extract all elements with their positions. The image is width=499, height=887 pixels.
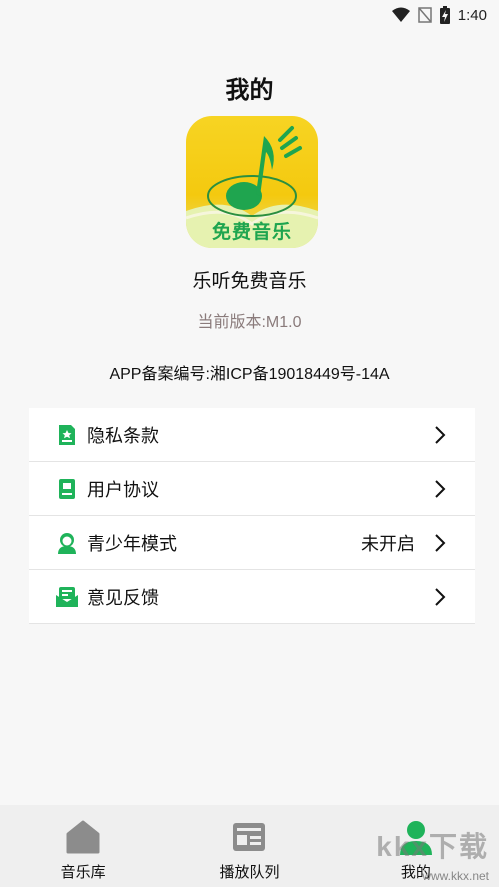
menu-item-youth-mode[interactable]: 青少年模式 未开启	[29, 516, 475, 570]
logo-text: 免费音乐	[211, 222, 292, 243]
status-bar: 1:40	[0, 0, 499, 30]
feedback-mail-icon	[55, 585, 79, 609]
user-icon	[398, 819, 434, 855]
menu-item-privacy[interactable]: 隐私条款	[29, 408, 475, 462]
app-name: 乐听免费音乐	[192, 271, 307, 292]
home-icon	[65, 819, 101, 855]
youth-mode-status: 未开启	[361, 533, 415, 554]
no-signal-icon	[418, 7, 432, 23]
tab-music-library[interactable]: 音乐库	[0, 805, 166, 887]
status-time: 1:40	[457, 6, 487, 24]
tab-label: 音乐库	[60, 864, 106, 881]
menu-item-label: 青少年模式	[87, 533, 177, 554]
page-title: 我的	[225, 77, 274, 104]
menu-item-label: 隐私条款	[87, 425, 159, 446]
chevron-right-icon	[433, 586, 447, 608]
privacy-doc-icon	[55, 423, 79, 447]
icp-record: APP备案编号:湘ICP备19018449号-14A	[109, 366, 390, 383]
agreement-doc-icon	[55, 477, 79, 501]
tab-mine[interactable]: 我的	[333, 805, 499, 887]
bottom-tab-bar: 音乐库 播放队列 我的	[0, 805, 499, 887]
menu-item-feedback[interactable]: 意见反馈	[29, 570, 475, 624]
tab-label: 播放队列	[219, 864, 280, 881]
chevron-right-icon	[433, 532, 447, 554]
settings-menu: 隐私条款 用户协议 青少年模式 未开启 意见反馈	[29, 408, 475, 624]
app-version: 当前版本:M1.0	[197, 314, 302, 331]
battery-charging-icon	[439, 6, 450, 24]
tab-play-queue[interactable]: 播放队列	[166, 805, 332, 887]
app-logo: 免费音乐	[186, 116, 318, 248]
youth-avatar-icon	[55, 531, 79, 555]
menu-item-label: 意见反馈	[87, 587, 159, 608]
menu-item-label: 用户协议	[87, 479, 159, 500]
wifi-icon	[391, 7, 410, 23]
menu-item-user-agreement[interactable]: 用户协议	[29, 462, 475, 516]
tab-label: 我的	[400, 864, 431, 881]
playlist-icon	[231, 819, 267, 855]
chevron-right-icon	[433, 424, 447, 446]
chevron-right-icon	[433, 478, 447, 500]
